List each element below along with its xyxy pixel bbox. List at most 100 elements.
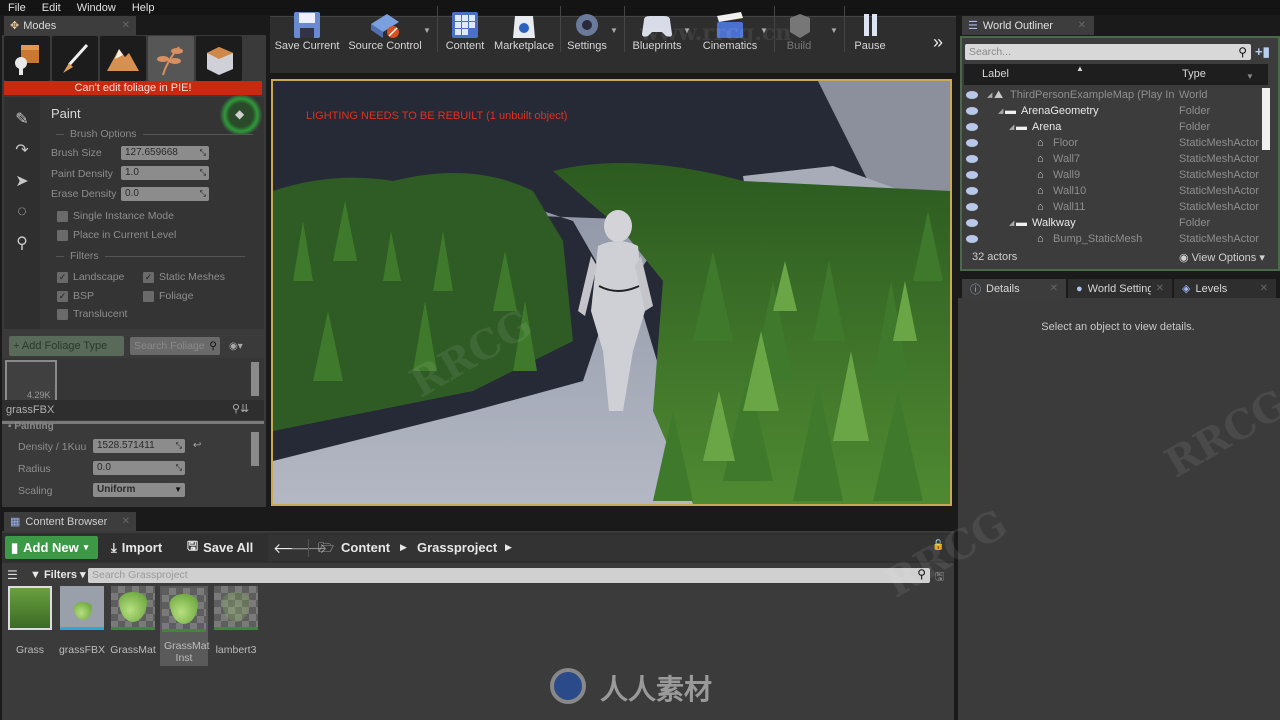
- add-foliage-type-button[interactable]: + Add Foliage Type: [9, 336, 124, 356]
- blueprints-button[interactable]: Blueprints: [628, 0, 686, 57]
- asset-tile[interactable]: lambert3: [212, 586, 260, 656]
- expand-arrow-icon[interactable]: ◢: [998, 107, 1003, 115]
- asset-tile[interactable]: grassFBX: [58, 586, 106, 656]
- toolbar-overflow-button[interactable]: »: [933, 32, 943, 53]
- content-browser-tab[interactable]: ▦ Content Browser ✕: [4, 512, 136, 531]
- close-icon[interactable]: ✕: [122, 20, 130, 31]
- geometry-mode-button[interactable]: [196, 36, 242, 81]
- density-field[interactable]: 1528.571411 ⤡: [93, 439, 185, 453]
- add-folder-icon[interactable]: +▮: [1255, 44, 1270, 60]
- outliner-row[interactable]: ◢ ⛰ ThirdPersonExampleMap (Play In World: [964, 87, 1260, 103]
- settings-dropdown[interactable]: ▼: [610, 26, 618, 35]
- outliner-search-input[interactable]: Search... ⚲: [965, 44, 1251, 60]
- visibility-eye-icon[interactable]: [966, 155, 978, 163]
- place-in-level-checkbox[interactable]: Place in Current Level: [57, 229, 176, 241]
- pause-button[interactable]: Pause: [850, 0, 890, 57]
- scaling-dropdown[interactable]: Uniform ▼: [93, 483, 185, 497]
- visibility-eye-icon[interactable]: [966, 123, 978, 131]
- expand-arrow-icon[interactable]: ◢: [1009, 219, 1014, 227]
- breadcrumb-chevron[interactable]: ▶: [505, 542, 512, 553]
- tab-levels[interactable]: ◈ Levels ✕: [1174, 279, 1276, 298]
- close-icon[interactable]: ✕: [1078, 20, 1086, 31]
- cinematics-dropdown[interactable]: ▼: [760, 26, 768, 35]
- visibility-eye-icon[interactable]: [966, 91, 978, 99]
- visibility-eye-icon[interactable]: [966, 139, 978, 147]
- type-column-header[interactable]: Type: [1182, 68, 1206, 80]
- menu-edit[interactable]: Edit: [34, 2, 69, 14]
- breadcrumb-content[interactable]: Content: [341, 536, 390, 559]
- filter-static-meshes-checkbox[interactable]: ✓ Static Meshes: [143, 271, 225, 283]
- visibility-eye-icon[interactable]: [966, 107, 978, 115]
- menu-file[interactable]: File: [0, 2, 34, 14]
- radius-field[interactable]: 0.0 ⤡: [93, 461, 185, 475]
- visibility-eye-icon[interactable]: [966, 203, 978, 211]
- erase-density-field[interactable]: 0.0 ⤡: [121, 187, 209, 201]
- lasso-tool-button[interactable]: ◌: [4, 196, 40, 227]
- visibility-eye-icon[interactable]: [966, 235, 978, 243]
- place-mode-button[interactable]: [4, 36, 50, 81]
- select-tool-button[interactable]: ➤: [4, 165, 40, 196]
- add-new-button[interactable]: ▮ Add New ▾: [5, 536, 98, 559]
- label-column-header[interactable]: Label: [982, 68, 1009, 80]
- lock-icon[interactable]: 🔓: [932, 540, 944, 551]
- menu-window[interactable]: Window: [69, 2, 124, 14]
- filters-dropdown[interactable]: ▼ Filters ▾: [30, 568, 86, 581]
- single-instance-checkbox[interactable]: Single Instance Mode: [57, 210, 174, 222]
- paint-density-field[interactable]: 1.0 ⤡: [121, 166, 209, 180]
- breadcrumb-chevron[interactable]: ▶: [400, 542, 407, 553]
- view-options-button[interactable]: ◉ View Options ▾: [1179, 251, 1265, 264]
- visibility-eye-icon[interactable]: [966, 171, 978, 179]
- view-options-icon[interactable]: ◉▾: [229, 341, 243, 352]
- breadcrumb-grassproject[interactable]: Grassproject: [417, 536, 497, 559]
- outliner-scrollbar[interactable]: [1262, 88, 1270, 150]
- painting-header[interactable]: ▪ Painting: [8, 421, 54, 432]
- marketplace-button[interactable]: Marketplace: [492, 0, 556, 57]
- paint-tool-button[interactable]: ✎: [4, 103, 40, 134]
- expand-arrow-icon[interactable]: ◢: [1009, 123, 1014, 131]
- fill-tool-button[interactable]: ⚲: [4, 227, 40, 258]
- content-button[interactable]: Content: [442, 0, 488, 57]
- filter-foliage-checkbox[interactable]: Foliage: [143, 290, 193, 302]
- foliage-list-scrollbar[interactable]: [251, 362, 259, 396]
- foliage-mode-button[interactable]: [148, 36, 194, 81]
- import-button[interactable]: ⤓ Import: [111, 536, 162, 559]
- asset-tile[interactable]: GrassMat Inst: [160, 586, 210, 666]
- landscape-mode-button[interactable]: [100, 36, 146, 81]
- level-viewport[interactable]: [271, 79, 952, 506]
- close-icon[interactable]: ✕: [122, 516, 130, 527]
- outliner-row[interactable]: ⌂ Wall9 StaticMeshActor: [964, 167, 1260, 183]
- column-options-icon[interactable]: ▼: [1246, 72, 1254, 81]
- visibility-eye-icon[interactable]: [966, 219, 978, 227]
- filter-translucent-checkbox[interactable]: Translucent: [57, 308, 127, 320]
- settings-button[interactable]: Settings: [564, 0, 610, 57]
- asset-tile[interactable]: Grass: [6, 586, 54, 656]
- outliner-row[interactable]: ⌂ Bump_StaticMesh StaticMeshActor: [964, 231, 1260, 247]
- blueprints-dropdown[interactable]: ▼: [683, 26, 691, 35]
- source-control-button[interactable]: Source Control: [346, 0, 424, 57]
- paint-mode-button[interactable]: [52, 36, 98, 81]
- outliner-row[interactable]: ◢ ▬ ArenaGeometry Folder: [964, 103, 1260, 119]
- brush-size-field[interactable]: 127.659668 ⤡: [121, 146, 209, 160]
- outliner-row[interactable]: ◢ ▬ Walkway Folder: [964, 215, 1260, 231]
- outliner-row[interactable]: ⌂ Wall7 StaticMeshActor: [964, 151, 1260, 167]
- expand-arrow-icon[interactable]: ◢: [987, 91, 992, 99]
- sources-toggle-icon[interactable]: ☰: [7, 568, 18, 582]
- reset-to-default-icon[interactable]: ↩: [193, 440, 201, 451]
- world-outliner-tab[interactable]: ☰ World Outliner ✕: [962, 16, 1094, 35]
- filter-bsp-checkbox[interactable]: ✓ BSP: [57, 290, 94, 302]
- save-all-button[interactable]: 🖫 Save All: [187, 536, 253, 559]
- tab-details[interactable]: ⓘ Details ✕: [962, 279, 1066, 298]
- asset-tile[interactable]: GrassMat: [109, 586, 157, 656]
- outliner-row[interactable]: ⌂ Wall10 StaticMeshActor: [964, 183, 1260, 199]
- search-foliage-input[interactable]: Search Foliage ⚲: [130, 337, 220, 355]
- build-button[interactable]: Build: [778, 0, 820, 57]
- visibility-eye-icon[interactable]: [966, 187, 978, 195]
- reapply-tool-button[interactable]: ↷: [4, 134, 40, 165]
- cinematics-button[interactable]: Cinematics: [700, 0, 760, 57]
- save-current-button[interactable]: Save Current: [274, 0, 340, 57]
- save-search-icon[interactable]: 🖫: [935, 568, 944, 587]
- modes-tab[interactable]: ✥ Modes ✕: [4, 16, 136, 35]
- menu-help[interactable]: Help: [124, 2, 163, 14]
- outliner-row[interactable]: ⌂ Floor StaticMeshActor: [964, 135, 1260, 151]
- content-search-input[interactable]: Search Grassproject ⚲: [88, 567, 930, 583]
